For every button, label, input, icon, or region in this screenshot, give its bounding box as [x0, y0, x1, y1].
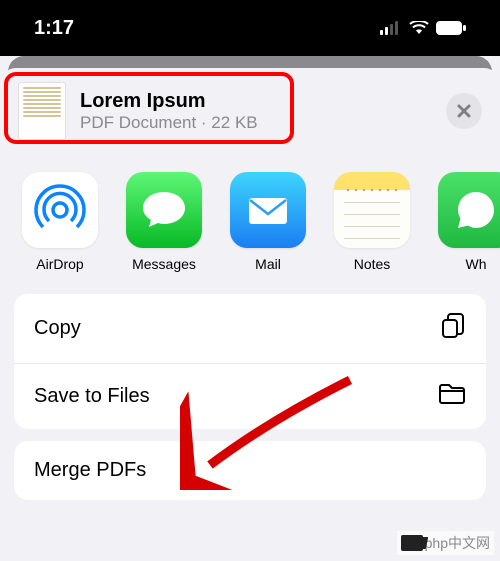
action-copy[interactable]: Copy: [14, 294, 486, 364]
whatsapp-icon: [438, 172, 500, 248]
document-thumbnail: [18, 82, 66, 140]
app-whatsapp[interactable]: Wh: [438, 172, 500, 272]
messages-icon: [126, 172, 202, 248]
action-save-label: Save to Files: [34, 385, 150, 408]
signal-icon: [380, 21, 402, 35]
action-merge-label: Merge PDFs: [34, 459, 146, 482]
action-merge-pdfs[interactable]: Merge PDFs: [14, 441, 486, 500]
share-apps-row: AirDrop Messages Mail Notes Wh: [0, 154, 500, 294]
document-title: Lorem Ipsum: [80, 90, 432, 113]
document-info: Lorem Ipsum PDF Document · 22 KB: [80, 90, 432, 133]
app-mail[interactable]: Mail: [230, 172, 306, 272]
app-messages-label: Messages: [132, 256, 196, 272]
app-notes-label: Notes: [354, 256, 391, 272]
folder-icon: [438, 382, 466, 411]
actions-list: Copy Save to Files: [14, 294, 486, 429]
document-header: Lorem Ipsum PDF Document · 22 KB: [0, 68, 500, 154]
airdrop-icon: [22, 172, 98, 248]
watermark-text: php中文网: [425, 533, 490, 553]
document-subtitle: PDF Document · 22 KB: [80, 113, 432, 133]
app-whatsapp-label: Wh: [466, 256, 487, 272]
app-messages[interactable]: Messages: [126, 172, 202, 272]
notes-icon: [334, 172, 410, 248]
watermark-icon: [401, 535, 423, 551]
actions-list-secondary: Merge PDFs: [14, 441, 486, 500]
close-button[interactable]: [446, 93, 482, 129]
app-airdrop-label: AirDrop: [36, 256, 83, 272]
watermark: php中文网: [397, 531, 494, 555]
copy-icon: [440, 312, 466, 345]
status-time: 1:17: [34, 17, 74, 40]
app-mail-label: Mail: [255, 256, 281, 272]
battery-icon: [436, 21, 466, 35]
app-airdrop[interactable]: AirDrop: [22, 172, 98, 272]
status-bar: 1:17: [0, 0, 500, 56]
mail-icon: [230, 172, 306, 248]
wifi-icon: [409, 21, 429, 35]
status-indicators: [380, 21, 466, 35]
action-copy-label: Copy: [34, 317, 81, 340]
close-icon: [456, 103, 472, 119]
action-save-to-files[interactable]: Save to Files: [14, 364, 486, 429]
app-notes[interactable]: Notes: [334, 172, 410, 272]
share-sheet: Lorem Ipsum PDF Document · 22 KB AirDrop…: [0, 68, 500, 520]
